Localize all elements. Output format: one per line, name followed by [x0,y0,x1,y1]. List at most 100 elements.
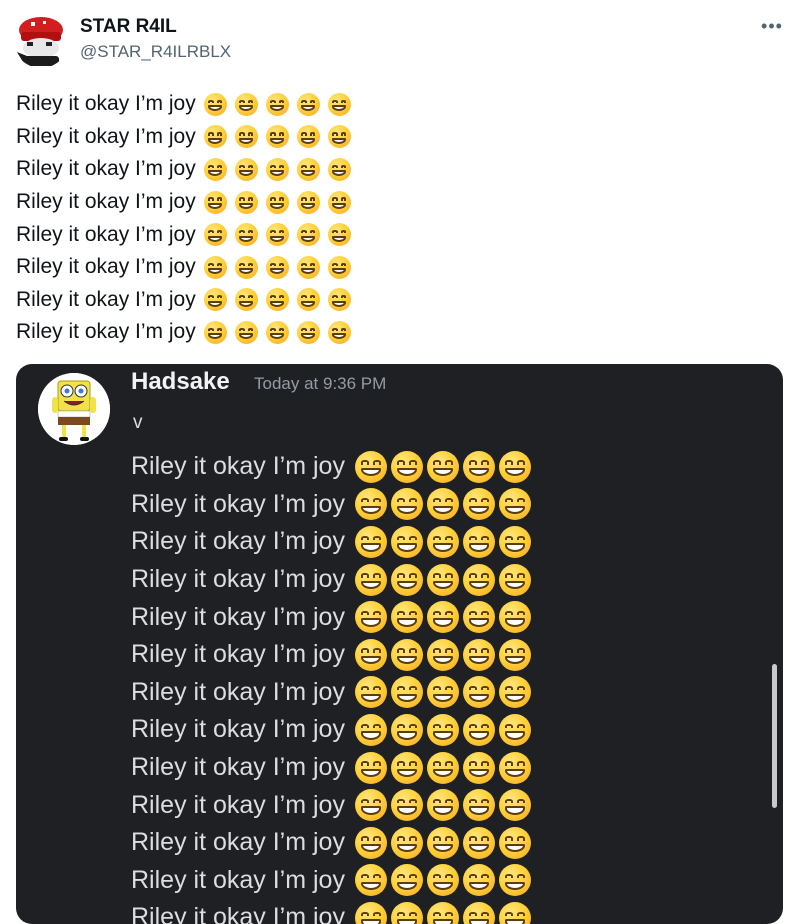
grinning-face-with-smiling-eyes-icon [354,789,387,822]
message-line: Riley it okay I’m joy [131,486,535,524]
grinning-face-with-smiling-eyes-icon [426,525,459,558]
message-line: Riley it okay I’m joy [131,523,535,561]
grinning-face-with-smiling-eyes-icon [234,255,258,279]
grinning-face-with-smiling-eyes-icon [327,288,351,312]
grinning-face-with-smiling-eyes-icon [390,488,423,521]
grinning-face-with-smiling-eyes-icon [327,157,351,181]
grinning-face-with-smiling-eyes-icon [265,125,289,149]
grinning-face-with-smiling-eyes-icon [203,190,227,214]
message-line-text: Riley it okay I’m joy [131,677,345,706]
message-line: Riley it okay I’m joy [16,251,776,284]
grinning-face-with-smiling-eyes-icon [296,223,320,247]
grinning-face-with-smiling-eyes-icon [462,676,495,709]
grinning-face-with-smiling-eyes-icon [390,450,423,483]
discord-avatar [38,373,110,445]
message-line: Riley it okay I’m joy [131,862,535,900]
grinning-face-with-smiling-eyes-icon [390,713,423,746]
grinning-face-with-smiling-eyes-icon [265,157,289,181]
spongebob-avatar-icon [38,373,110,445]
grinning-face-with-smiling-eyes-icon [354,751,387,784]
grinning-face-with-smiling-eyes-icon [354,638,387,671]
grinning-face-with-smiling-eyes-icon [498,901,531,924]
grinning-face-with-smiling-eyes-icon [462,713,495,746]
grinning-face-with-smiling-eyes-icon [462,826,495,859]
message-line-text: Riley it okay I’m joy [131,753,345,782]
grinning-face-with-smiling-eyes-icon [354,864,387,897]
grinning-face-with-smiling-eyes-icon [426,450,459,483]
grinning-face-with-smiling-eyes-icon [327,255,351,279]
grinning-face-with-smiling-eyes-icon [390,789,423,822]
grinning-face-with-smiling-eyes-icon [203,223,227,247]
author-handle[interactable]: @STAR_R4ILRBLX [80,42,231,62]
message-line: Riley it okay I’m joy [16,218,776,251]
grinning-face-with-smiling-eyes-icon [426,901,459,924]
grinning-face-with-smiling-eyes-icon [296,125,320,149]
grinning-face-with-smiling-eyes-icon [462,525,495,558]
grinning-face-with-smiling-eyes-icon [354,488,387,521]
message-line-text: Riley it okay I’m joy [131,865,345,894]
grinning-face-with-smiling-eyes-icon [426,713,459,746]
grinning-face-with-smiling-eyes-icon [234,190,258,214]
message-line: Riley it okay I’m joy [131,598,535,636]
grinning-face-with-smiling-eyes-icon [498,751,531,784]
grinning-face-with-smiling-eyes-icon [390,638,423,671]
grinning-face-with-smiling-eyes-icon [462,601,495,634]
message-line: Riley it okay I’m joy [131,711,535,749]
tweet-text: Riley it okay I’m joy Riley it okay I’m j… [16,88,776,349]
more-options-icon[interactable]: ••• [758,16,786,36]
grinning-face-with-smiling-eyes-icon [354,450,387,483]
discord-username[interactable]: Hadsake [131,368,230,396]
grinning-face-with-smiling-eyes-icon [203,320,227,344]
message-line-text: Riley it okay I’m joy [131,527,345,556]
grinning-face-with-smiling-eyes-icon [296,157,320,181]
grinning-face-with-smiling-eyes-icon [265,92,289,116]
grinning-face-with-smiling-eyes-icon [354,601,387,634]
grinning-face-with-smiling-eyes-icon [498,450,531,483]
grinning-face-with-smiling-eyes-icon [462,450,495,483]
message-line-text: Riley it okay I’m joy [131,640,345,669]
grinning-face-with-smiling-eyes-icon [296,190,320,214]
grinning-face-with-smiling-eyes-icon [462,751,495,784]
grinning-face-with-smiling-eyes-icon [498,638,531,671]
message-line: Riley it okay I’m joy [131,674,535,712]
grinning-face-with-smiling-eyes-icon [354,901,387,924]
message-line: Riley it okay I’m joy [131,448,535,486]
message-line-text: Riley it okay I’m joy [131,903,345,924]
message-line-text: Riley it okay I’m joy [16,320,196,344]
grinning-face-with-smiling-eyes-icon [498,676,531,709]
scrollbar-thumb[interactable] [772,664,777,808]
grinning-face-with-smiling-eyes-icon [426,563,459,596]
grinning-face-with-smiling-eyes-icon [327,190,351,214]
grinning-face-with-smiling-eyes-icon [462,901,495,924]
grinning-face-with-smiling-eyes-icon [390,525,423,558]
message-line-text: Riley it okay I’m joy [16,124,196,148]
grinning-face-with-smiling-eyes-icon [265,190,289,214]
discord-timestamp: Today at 9:36 PM [254,374,387,393]
grinning-face-with-smiling-eyes-icon [327,223,351,247]
grinning-face-with-smiling-eyes-icon [296,92,320,116]
grinning-face-with-smiling-eyes-icon [390,864,423,897]
message-line: Riley it okay I’m joy [131,561,535,599]
author-name[interactable]: STAR R4IL [80,16,177,38]
grinning-face-with-smiling-eyes-icon [390,563,423,596]
grinning-face-with-smiling-eyes-icon [426,789,459,822]
grinning-face-with-smiling-eyes-icon [354,676,387,709]
message-line: Riley it okay I’m joy [131,824,535,862]
message-line-text: Riley it okay I’m joy [131,790,345,819]
grinning-face-with-smiling-eyes-icon [462,789,495,822]
grinning-face-with-smiling-eyes-icon [234,223,258,247]
grinning-face-with-smiling-eyes-icon [354,713,387,746]
grinning-face-with-smiling-eyes-icon [390,751,423,784]
grinning-face-with-smiling-eyes-icon [426,601,459,634]
message-line-text: Riley it okay I’m joy [16,287,196,311]
grinning-face-with-smiling-eyes-icon [498,826,531,859]
grinning-face-with-smiling-eyes-icon [498,713,531,746]
grinning-face-with-smiling-eyes-icon [462,864,495,897]
grinning-face-with-smiling-eyes-icon [234,92,258,116]
grinning-face-with-smiling-eyes-icon [462,638,495,671]
message-line-text: Riley it okay I’m joy [16,157,196,181]
grinning-face-with-smiling-eyes-icon [265,255,289,279]
message-line: Riley it okay I’m joy [16,186,776,219]
author-avatar[interactable] [13,12,69,68]
message-line: Riley it okay I’m joy [131,636,535,674]
